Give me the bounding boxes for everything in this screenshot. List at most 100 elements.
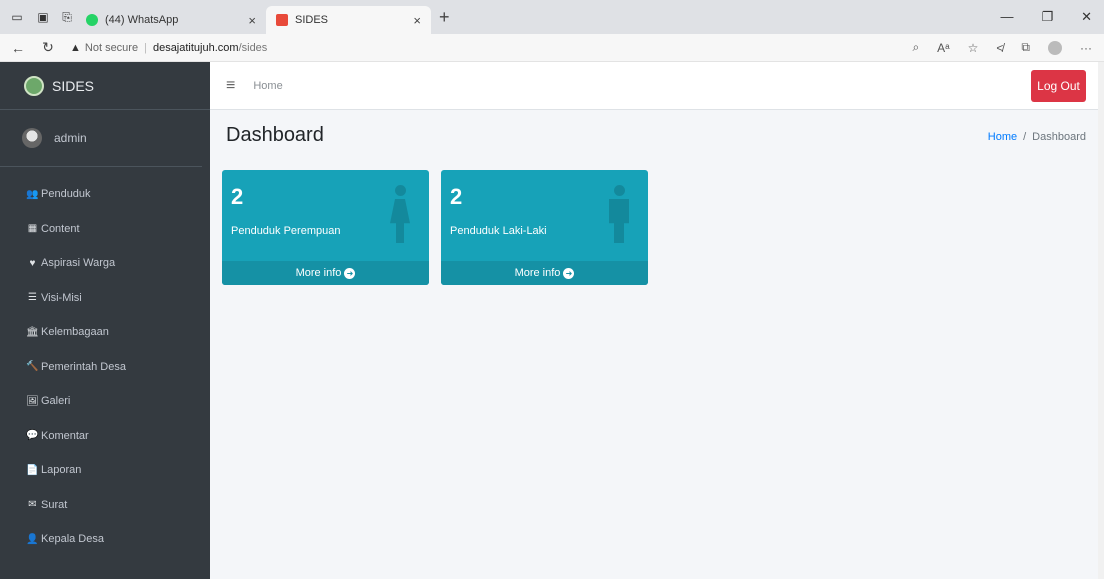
profile-icon[interactable]	[1048, 40, 1062, 55]
arrow-circle-right-icon: ➜	[344, 267, 356, 279]
close-window-icon[interactable]: ✕	[1081, 9, 1092, 25]
sidebar-item-aspirasi-warga[interactable]: ♥ Aspirasi Warga	[0, 246, 210, 281]
user-panel[interactable]: admin	[0, 110, 202, 167]
add-favorite-icon[interactable]: ☆	[968, 41, 979, 55]
tab-title: SIDES	[295, 14, 329, 26]
refresh-icon[interactable]: ↻	[36, 39, 60, 56]
sidebar-item-label: Galeri	[41, 395, 71, 408]
user-icon: 👤	[26, 533, 39, 545]
url-path: /sides	[238, 41, 268, 54]
hammer-icon: 🔨	[26, 361, 39, 373]
search-icon[interactable]: ⌕	[912, 40, 919, 55]
more-info-label: More info	[295, 267, 342, 279]
more-icon[interactable]: ···	[1080, 41, 1092, 55]
more-info-link[interactable]: More info ➜	[222, 261, 429, 285]
sidebar-item-komentar[interactable]: 💬 Komentar	[0, 419, 210, 454]
info-box-perempuan: 2 Penduduk Perempuan More info ➜	[222, 170, 429, 285]
close-tab-icon[interactable]: ×	[413, 13, 421, 28]
window-controls: — ❐ ✕	[1000, 9, 1104, 25]
info-box-value: 2	[450, 184, 463, 209]
info-box-value: 2	[231, 184, 244, 209]
sidebar-item-content[interactable]: ▦ Content	[0, 212, 210, 247]
avatar	[22, 128, 42, 148]
sidebar-item-surat[interactable]: ✉ Surat	[0, 488, 210, 523]
heart-icon: ♥	[29, 257, 36, 269]
address-bar: ← ↻ ▲ Not secure | desajatitujuh.com/sid…	[0, 34, 1104, 62]
security-status: Not secure	[84, 41, 139, 54]
list-icon: ☰	[28, 292, 37, 304]
info-box-laki-laki: 2 Penduduk Laki-Laki More info ➜	[441, 170, 648, 285]
url-text: desajatitujuh.com/sides	[153, 42, 267, 54]
tab-title: (44) WhatsApp	[105, 14, 179, 26]
new-tab-button[interactable]: +	[439, 7, 450, 28]
sidebar-item-label: Content	[41, 222, 80, 235]
top-navbar: ≡ Home Log Out	[210, 62, 1104, 110]
hamburger-icon[interactable]: ≡	[226, 77, 235, 95]
sidebar-item-laporan[interactable]: 📄 Laporan	[0, 453, 210, 488]
sidebar-item-label: Komentar	[41, 429, 89, 442]
tab-sides[interactable]: SIDES ×	[266, 6, 431, 34]
browser-toolbar-actions: ⌕ Aᵃ ☆ ≮ ⧉ ···	[912, 40, 1104, 55]
favorites-icon[interactable]: ≮	[996, 41, 1003, 55]
sidebar-item-label: Kelembagaan	[41, 326, 109, 339]
sidebar: SIDES admin 👥 Penduduk ▦ Content ♥ Aspirasi…	[0, 62, 210, 579]
sidebar-item-kepala-desa[interactable]: 👤 Kepala Desa	[0, 522, 210, 557]
breadcrumb: Home / Dashboard	[988, 131, 1086, 143]
page-title: Dashboard	[226, 124, 324, 146]
breadcrumb-separator: /	[1023, 131, 1027, 143]
url-field[interactable]: ▲ Not secure | desajatitujuh.com/sides	[70, 42, 267, 54]
logo-icon	[24, 75, 44, 96]
sidebar-item-galeri[interactable]: 🖼 Galeri	[0, 384, 210, 419]
sidebar-item-label: Visi-Misi	[41, 291, 82, 304]
sidebar-item-penduduk[interactable]: 👥 Penduduk	[0, 177, 210, 212]
logout-button[interactable]: Log Out	[1031, 69, 1086, 102]
browser-tab-bar: ▭ ▣ ⎘ (44) WhatsApp × SIDES × + — ❐ ✕	[0, 0, 1104, 34]
more-info-label: More info	[514, 267, 561, 279]
sidebar-item-label: Kepala Desa	[41, 533, 104, 546]
tab-whatsapp[interactable]: (44) WhatsApp ×	[76, 6, 266, 34]
envelope-icon: ✉	[28, 499, 37, 511]
user-name: admin	[54, 131, 87, 145]
info-box-label: Penduduk Laki-Laki	[450, 225, 547, 237]
table-icon: ▦	[27, 223, 38, 235]
restore-icon[interactable]: ❐	[1041, 9, 1053, 25]
sidebar-item-kelembagaan[interactable]: 🏛 Kelembagaan	[0, 315, 210, 350]
info-box-label: Penduduk Perempuan	[231, 225, 341, 237]
sidebar-menu: 👥 Penduduk ▦ Content ♥ Aspirasi Warga ☰ Visi…	[0, 167, 210, 557]
landmark-icon: 🏛	[26, 326, 39, 338]
collections-icon[interactable]: ⧉	[1021, 40, 1030, 55]
url-domain: desajatitujuh.com	[152, 41, 239, 54]
tab-actions-icon[interactable]: ⎘	[58, 8, 76, 26]
minimize-icon[interactable]: —	[1000, 9, 1013, 25]
images-icon: 🖼	[26, 395, 39, 407]
sidebar-item-label: Aspirasi Warga	[41, 257, 116, 270]
sidebar-item-label: Laporan	[41, 464, 82, 477]
back-icon[interactable]: ←	[6, 40, 30, 56]
collections-icon[interactable]: ▣	[34, 8, 52, 26]
sidebar-item-visi-misi[interactable]: ☰ Visi-Misi	[0, 281, 210, 316]
users-icon: 👥	[26, 188, 39, 200]
sidebar-toggle-icon[interactable]: ▭	[8, 8, 26, 26]
address-separator: |	[144, 41, 147, 54]
sidebar-item-label: Penduduk	[41, 188, 91, 201]
sidebar-item-pemerintah-desa[interactable]: 🔨 Pemerintah Desa	[0, 350, 210, 385]
male-icon	[606, 185, 632, 245]
nav-home-link[interactable]: Home	[253, 80, 282, 92]
file-icon: 📄	[26, 464, 39, 476]
warning-icon: ▲	[70, 41, 81, 54]
breadcrumb-home-link[interactable]: Home	[988, 131, 1017, 143]
comment-icon: 💬	[26, 430, 39, 442]
brand-text: SIDES	[52, 77, 95, 94]
sides-favicon-icon	[276, 14, 288, 26]
read-aloud-icon[interactable]: Aᵃ	[937, 41, 949, 55]
more-info-link[interactable]: More info ➜	[441, 261, 648, 285]
arrow-circle-right-icon: ➜	[563, 267, 575, 279]
sidebar-item-label: Surat	[41, 498, 68, 511]
page-scrollbar[interactable]	[1098, 62, 1104, 579]
close-tab-icon[interactable]: ×	[248, 13, 256, 28]
sidebar-item-label: Pemerintah Desa	[41, 360, 126, 373]
breadcrumb-current: Dashboard	[1032, 131, 1086, 143]
female-icon	[387, 185, 413, 245]
whatsapp-icon	[86, 14, 98, 26]
brand-link[interactable]: SIDES	[0, 62, 210, 110]
